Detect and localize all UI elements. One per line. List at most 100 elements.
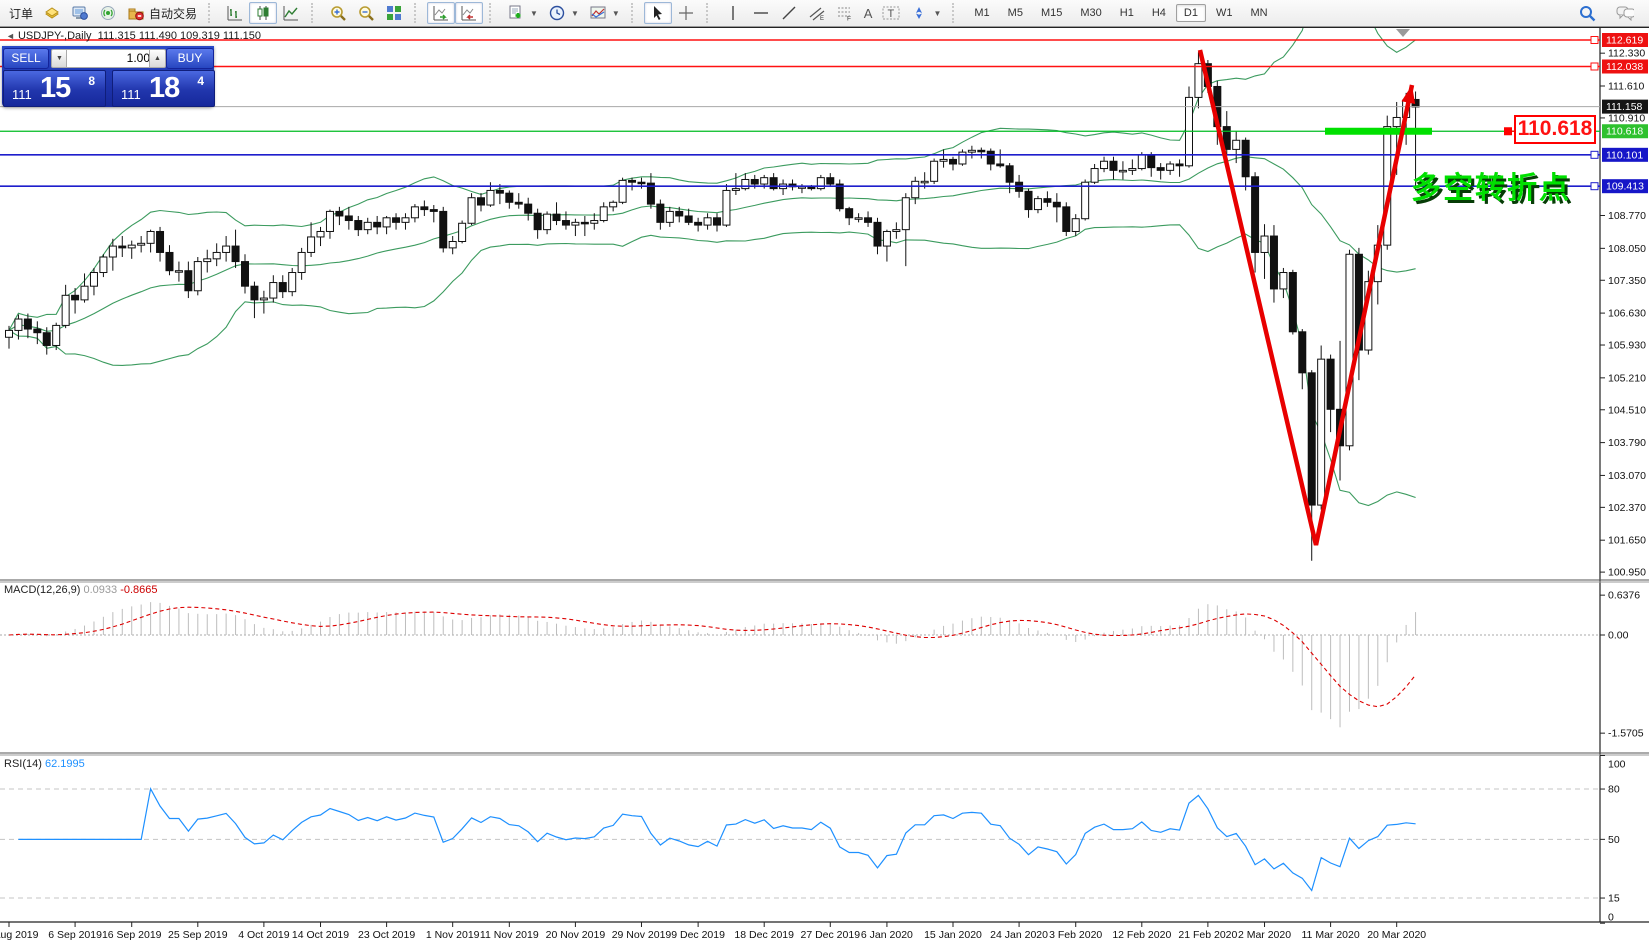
buy-button[interactable]: BUY: [166, 48, 214, 69]
date-tick-label[interactable]: 1 Nov 2019: [426, 929, 480, 941]
tile-windows-icon: [385, 4, 403, 22]
main-toolbar: 订单 自动交易 ▼ ▼ ▼ E F A T ▼ M1 M5 M15 M30 H1…: [0, 0, 1649, 27]
date-tick-label[interactable]: 25 Sep 2019: [168, 929, 228, 941]
date-tick-label[interactable]: 21 Feb 2020: [1178, 929, 1237, 941]
date-tick-label[interactable]: 11 Mar 2020: [1302, 929, 1360, 941]
chart-shift-button[interactable]: [455, 2, 484, 24]
shapes-tool[interactable]: ▼: [905, 2, 946, 24]
line-chart-button[interactable]: [277, 2, 305, 24]
bear-candle: [694, 221, 703, 226]
orders-book-button[interactable]: [38, 2, 66, 24]
collapse-marker-icon[interactable]: ◄: [6, 31, 15, 41]
fibonacci-tool[interactable]: F: [831, 2, 859, 24]
volume-increase-button[interactable]: ▲: [149, 49, 166, 68]
date-tick-label[interactable]: 23 Oct 2019: [358, 929, 415, 941]
chart-canvas[interactable]: 112.330 111.610 110.910 108.770 108.050 107.3…: [0, 26, 1649, 947]
timeframe-m15[interactable]: M15: [1033, 4, 1070, 22]
timeframe-d1[interactable]: D1: [1175, 4, 1206, 22]
date-tick-label[interactable]: 28 Aug 2019: [0, 929, 39, 941]
bull-candle: [401, 217, 410, 223]
price-tick-label: 103.070: [1608, 470, 1646, 482]
timeframe-h4[interactable]: H4: [1144, 4, 1174, 22]
chat-button[interactable]: [1611, 2, 1639, 24]
price-level-box[interactable]: 110.618: [1514, 115, 1596, 144]
bear-candle: [335, 210, 344, 217]
zoom-in-button[interactable]: [324, 2, 352, 24]
autotrade-button[interactable]: 自动交易: [122, 2, 202, 24]
candlestick-chart-button[interactable]: [249, 2, 278, 24]
date-tick-label[interactable]: 27 Dec 2019: [801, 929, 861, 941]
bull-candle: [193, 261, 202, 292]
tile-windows-button[interactable]: [380, 2, 408, 24]
bear-candle: [1043, 198, 1052, 203]
rsi-axis-label: 15: [1608, 893, 1620, 905]
orders-book-icon: [43, 4, 61, 22]
text-tool[interactable]: A: [859, 4, 878, 23]
horizontal-line-tool[interactable]: [747, 2, 775, 24]
date-tick-label[interactable]: 2 Mar 2020: [1238, 929, 1291, 941]
cursor-button[interactable]: [643, 2, 672, 24]
bar-chart-button[interactable]: [221, 2, 249, 24]
timeframe-m1[interactable]: M1: [966, 4, 997, 22]
toolbar-separator: [630, 3, 638, 23]
trendline-tool[interactable]: [775, 2, 803, 24]
line-handle[interactable]: [1590, 36, 1599, 44]
bear-candle: [1052, 201, 1061, 208]
symbol-search-button[interactable]: [1573, 2, 1601, 24]
date-tick-label[interactable]: 15 Jan 2020: [924, 929, 982, 941]
date-tick-label[interactable]: 20 Nov 2019: [546, 929, 606, 941]
buy-price-display[interactable]: 111 18 4: [112, 70, 215, 107]
bull-candle: [1317, 358, 1326, 506]
sell-button[interactable]: SELL: [3, 48, 49, 69]
date-tick-label[interactable]: 4 Oct 2019: [238, 929, 290, 941]
price-tick-label: 105.930: [1608, 340, 1646, 352]
templates-button[interactable]: ▼: [584, 2, 625, 24]
date-tick-label[interactable]: 9 Dec 2019: [671, 929, 725, 941]
bear-candle: [184, 270, 193, 292]
macd-axis-label: 0.6376: [1608, 590, 1640, 602]
bear-candle: [1062, 206, 1071, 232]
signal-button[interactable]: [94, 2, 122, 24]
date-tick-label[interactable]: 12 Feb 2020: [1112, 929, 1171, 941]
line-handle[interactable]: [1590, 182, 1599, 191]
bull-candle: [212, 251, 221, 260]
bear-candle: [71, 294, 80, 301]
date-tick-label[interactable]: 14 Oct 2019: [292, 929, 349, 941]
timeframe-mn[interactable]: MN: [1242, 4, 1275, 22]
vertical-line-tool[interactable]: [719, 2, 747, 24]
text-label-tool[interactable]: T: [877, 2, 905, 24]
date-tick-label[interactable]: 24 Jan 2020: [990, 929, 1048, 941]
new-order-button[interactable]: 订单: [4, 3, 38, 24]
date-tick-label[interactable]: 18 Dec 2019: [734, 929, 794, 941]
date-tick-label[interactable]: 3 Feb 2020: [1049, 929, 1102, 941]
bull-candle: [203, 258, 212, 263]
date-tick-label[interactable]: 6 Sep 2019: [48, 929, 102, 941]
bear-candle: [1156, 167, 1165, 171]
volume-input[interactable]: 1.00: [66, 49, 155, 68]
line-handle[interactable]: [1590, 150, 1599, 159]
new-chart-button[interactable]: ▼: [502, 2, 543, 24]
price-tick-label: 112.330: [1608, 48, 1645, 60]
date-tick-label[interactable]: 20 Mar 2020: [1367, 929, 1426, 941]
buy-price-pip: 4: [197, 74, 204, 88]
timeframe-m30[interactable]: M30: [1072, 4, 1109, 22]
date-tick-label[interactable]: 29 Nov 2019: [612, 929, 672, 941]
periods-button[interactable]: ▼: [543, 2, 584, 24]
sell-price-display[interactable]: 111 15 8: [3, 70, 106, 107]
timeframe-h1[interactable]: H1: [1112, 4, 1142, 22]
toolbar-separator: [208, 3, 215, 23]
terminal-button[interactable]: [66, 2, 94, 24]
date-tick-label[interactable]: 16 Sep 2019: [102, 929, 162, 941]
zoom-out-button[interactable]: [352, 2, 380, 24]
channel-tool[interactable]: E: [803, 2, 831, 24]
timeframe-m5[interactable]: M5: [1000, 4, 1031, 22]
crosshair-button[interactable]: [672, 2, 700, 24]
date-tick-label[interactable]: 11 Nov 2019: [480, 929, 539, 941]
autoscroll-button[interactable]: [427, 2, 456, 24]
price-tick-label: 100.950: [1608, 567, 1646, 579]
chinese-annotation-text[interactable]: 多空转折点: [1411, 163, 1571, 207]
timeframe-w1[interactable]: W1: [1208, 4, 1241, 22]
date-tick-label[interactable]: 6 Jan 2020: [861, 929, 913, 941]
bear-candle: [1241, 139, 1250, 178]
line-handle[interactable]: [1590, 62, 1599, 71]
